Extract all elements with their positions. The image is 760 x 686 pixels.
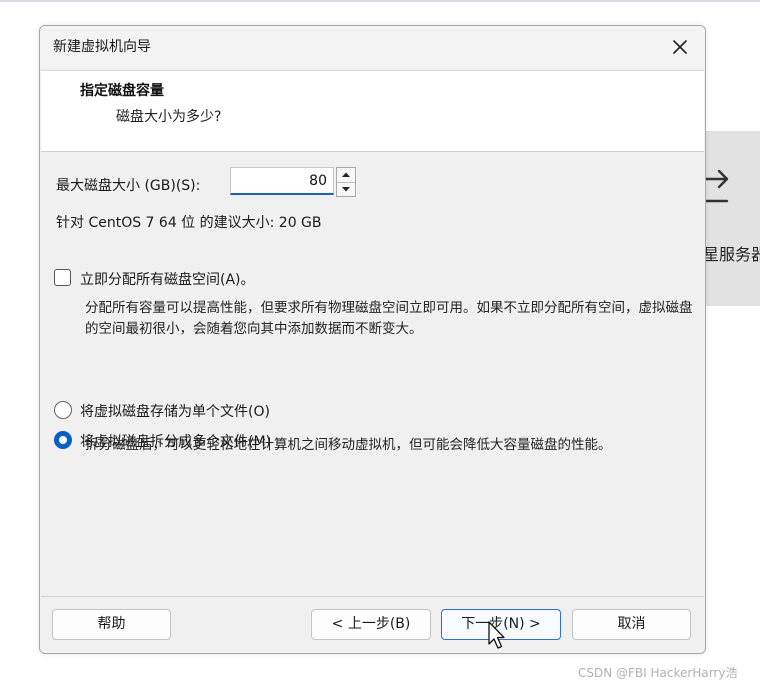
allocate-now-checkbox[interactable] [54,269,71,286]
header-title: 指定磁盘容量 [80,83,164,99]
multiple-files-radio[interactable] [54,431,72,449]
allocate-now-label[interactable]: 立即分配所有磁盘空间(A)。 [80,269,255,289]
single-file-radio[interactable] [54,401,72,419]
next-button[interactable]: 下一步(N) > [441,609,561,640]
disk-size-input[interactable] [230,167,334,195]
disk-size-spinner [336,167,356,197]
wizard-content: 最大磁盘大小 (GB)(S): 针对 CentOS 7 64 位 的建议大小: … [40,151,705,596]
background-panel: 星服务器 [703,131,760,306]
increment-arrow-icon[interactable] [337,168,355,183]
new-vm-wizard-dialog: 新建虚拟机向导 指定磁盘容量 磁盘大小为多少? 最大磁盘大小 (GB)(S): … [39,25,706,654]
dialog-titlebar: 新建虚拟机向导 [40,26,705,68]
wizard-footer: 帮助 < 上一步(B) 下一步(N) > 取消 [41,596,704,653]
cancel-button[interactable]: 取消 [572,609,691,640]
dialog-title: 新建虚拟机向导 [53,39,151,55]
wizard-header: 指定磁盘容量 磁盘大小为多少? [41,70,704,152]
top-border-line [0,0,760,2]
help-button[interactable]: 帮助 [52,609,171,640]
close-icon[interactable] [666,33,694,61]
split-description: 拆分磁盘后，可以更轻松地在计算机之间移动虚拟机，但可能会降低大容量磁盘的性能。 [85,437,612,453]
watermark-text: CSDN @FBI HackerHarry浩 [578,666,738,680]
back-button[interactable]: < 上一步(B) [311,609,431,640]
recommended-size-text: 针对 CentOS 7 64 位 的建议大小: 20 GB [56,215,322,231]
swap-arrow-icon [703,169,729,203]
background-panel-text: 星服务器 [703,245,760,264]
decrement-arrow-icon[interactable] [337,182,355,196]
header-subtitle: 磁盘大小为多少? [116,109,222,125]
single-file-label[interactable]: 将虚拟磁盘存储为单个文件(O) [80,401,270,421]
disk-size-label: 最大磁盘大小 (GB)(S): [56,178,201,194]
allocate-now-description: 分配所有容量可以提高性能，但要求所有物理磁盘空间立即可用。如果不立即分配所有空间… [85,300,693,337]
